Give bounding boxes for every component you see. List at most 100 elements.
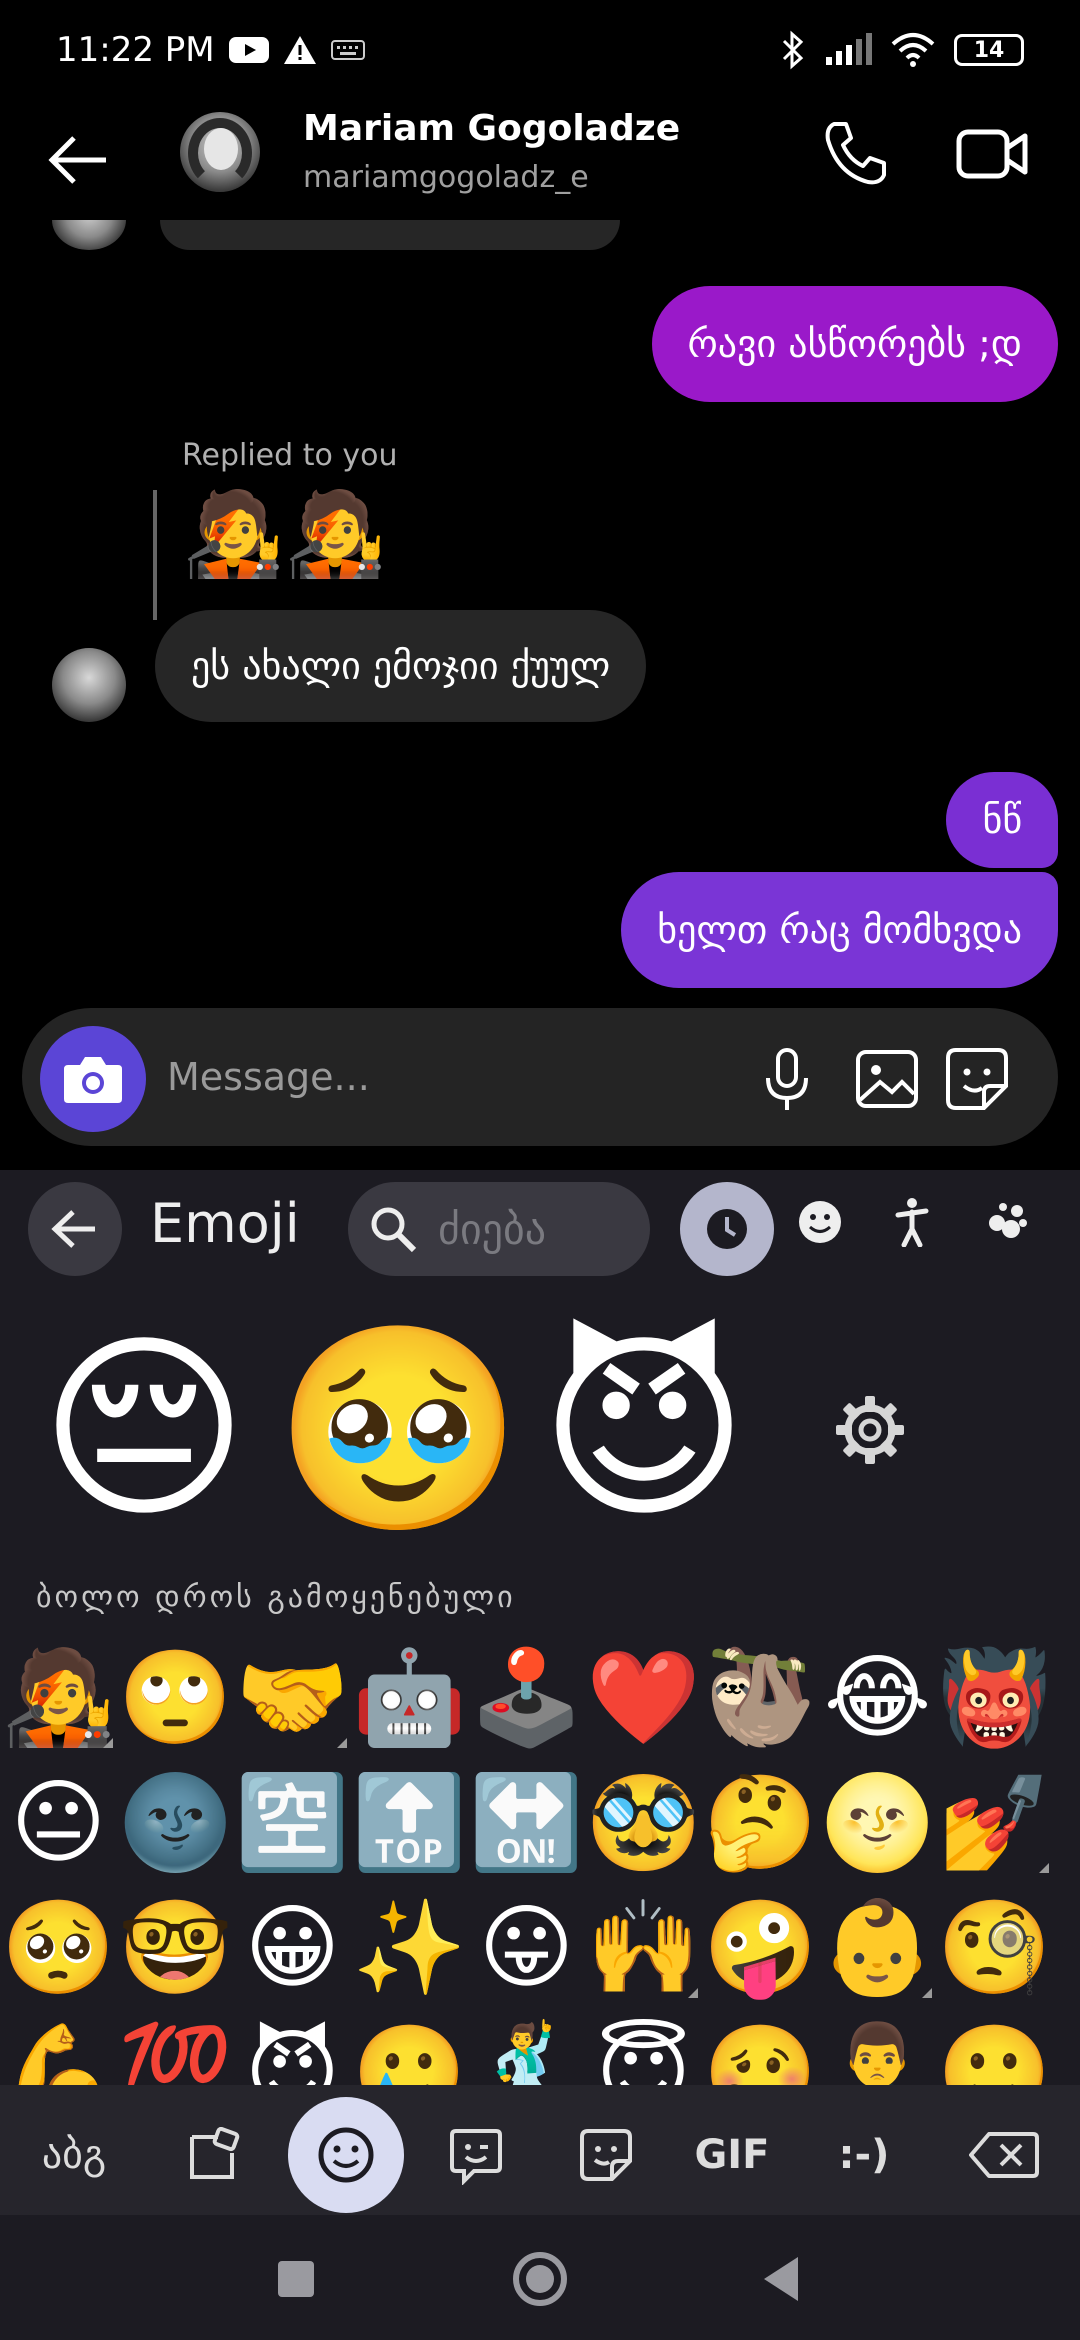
emoji-toolbar: Emoji ძიება (0, 1170, 1080, 1290)
square-icon (278, 2261, 314, 2297)
video-camera-icon (956, 129, 1028, 179)
emoji-key[interactable]: 😐 (0, 1760, 117, 1885)
suggested-emoji[interactable]: 😈 (524, 1320, 764, 1540)
emoji-key[interactable]: 🙂 (936, 2010, 1053, 2085)
emoji-key[interactable]: 🧐 (936, 1885, 1053, 2010)
emoji-settings-button[interactable] (830, 1390, 910, 1470)
contact-name[interactable]: Mariam Gogoladze (303, 108, 680, 149)
emoji-key[interactable]: 😀 (234, 1885, 351, 2010)
emoji-key[interactable]: 😂 (819, 1635, 936, 1760)
category-recent-tab[interactable] (680, 1182, 774, 1276)
microphone-icon (766, 1048, 808, 1110)
emoji-key[interactable]: 🔛 (468, 1760, 585, 1885)
sticker-icon (946, 1048, 1008, 1110)
chat-header: Mariam Gogoladze mariamgogoladz_e (0, 100, 1080, 220)
emoji-row: 🧑‍🎤 🙄 🤝 🤖 🕹️ ❤️ 🦥 😂 👹 (0, 1635, 1080, 1760)
message-bubble-outgoing[interactable]: ხელთ რაც მომხვდა (621, 872, 1058, 988)
home-button[interactable] (508, 2247, 572, 2311)
emoji-key[interactable]: 🥲 (351, 2010, 468, 2085)
emoji-search-field[interactable]: ძიება (348, 1182, 650, 1276)
emoji-tab-button[interactable] (288, 2097, 404, 2213)
emoji-row: 😐 🌚 🈳 🔝 🔛 🥸 🤔 🌝 💅 (0, 1760, 1080, 1885)
smiley-icon (799, 1201, 841, 1243)
avatar (52, 220, 126, 250)
emoji-key[interactable]: 👶 (819, 1885, 936, 2010)
audio-call-button[interactable] (820, 118, 890, 188)
message-bubble-outgoing[interactable]: ნწ (946, 772, 1058, 868)
category-smileys-tab[interactable] (790, 1192, 850, 1252)
message-bubble-incoming[interactable]: ეს ახალი ემოჯიი ქუულ (155, 610, 647, 722)
emoticon-button[interactable]: :-) (806, 2097, 922, 2213)
keyboard-status-icon (330, 40, 365, 60)
emoji-key[interactable]: 🔝 (351, 1760, 468, 1885)
emoji-key[interactable]: 🙎‍♂️ (819, 2010, 936, 2085)
wifi-icon (891, 33, 935, 67)
emoji-key[interactable]: 💅 (936, 1760, 1053, 1885)
emoji-key[interactable]: 🕺 (468, 2010, 585, 2085)
microphone-button[interactable] (752, 1044, 822, 1114)
emoji-key[interactable]: 💪 (0, 2010, 117, 2085)
bluetooth-icon (782, 30, 804, 70)
message-bubble-outgoing[interactable]: რავი ასწორებს ;დ (651, 286, 1058, 402)
emoji-key[interactable]: ✨ (351, 1885, 468, 2010)
clock-icon (707, 1209, 747, 1249)
emoji-key[interactable]: 🙌 (585, 1885, 702, 2010)
gallery-button[interactable] (852, 1044, 922, 1114)
emoji-key[interactable]: 🌚 (117, 1760, 234, 1885)
message-input[interactable] (167, 1042, 707, 1112)
back-button[interactable] (40, 122, 116, 198)
emoji-key[interactable]: 🕹️ (468, 1635, 585, 1760)
emoji-key[interactable]: 👹 (936, 1635, 1053, 1760)
recent-section-title: ბოლო დროს გამოყენებული (36, 1580, 516, 1615)
backspace-button[interactable] (946, 2097, 1062, 2213)
emoji-key[interactable]: 🦥 (702, 1635, 819, 1760)
emoji-key[interactable]: 🤪 (702, 1885, 819, 2010)
emoji-key[interactable]: 🙄 (117, 1635, 234, 1760)
gif-label: GIF (694, 2132, 770, 2178)
replied-message[interactable]: 🧑‍🎤🧑‍🎤 (182, 494, 386, 576)
emoji-key[interactable]: 🤓 (117, 1885, 234, 2010)
system-navigation-bar (0, 2215, 1080, 2340)
avatar[interactable] (52, 648, 126, 722)
warning-icon (283, 36, 316, 64)
clipboard-icon (190, 2127, 240, 2179)
bitmoji-button[interactable] (418, 2097, 534, 2213)
video-call-button[interactable] (955, 118, 1031, 188)
sticker-button[interactable] (942, 1044, 1012, 1114)
clipboard-button[interactable] (156, 2097, 272, 2213)
suggested-emoji[interactable]: 🥹 (274, 1320, 523, 1540)
suggested-emoji[interactable]: 😔 (24, 1320, 264, 1540)
camera-button[interactable] (40, 1026, 146, 1132)
emoji-key[interactable]: 🥸 (585, 1760, 702, 1885)
sticker-tab-button[interactable] (548, 2097, 664, 2213)
phone-icon (825, 122, 886, 185)
message-list[interactable]: რავი ასწორებს ;დ Replied to you 🧑‍🎤🧑‍🎤 ე… (0, 220, 1080, 1000)
emoji-key[interactable]: 💯 (117, 2010, 234, 2085)
contact-username: mariamgogoladz_e (303, 160, 589, 195)
system-back-button[interactable] (752, 2247, 816, 2311)
emoji-key[interactable]: ❤️ (585, 1635, 702, 1760)
emoji-key[interactable]: 🥺 (0, 1885, 117, 2010)
sticker-icon (580, 2129, 632, 2181)
category-people-tab[interactable] (883, 1192, 943, 1252)
keyboard-title: Emoji (150, 1192, 300, 1255)
message-bubble-incoming[interactable] (160, 220, 620, 250)
abc-keyboard-button[interactable]: აბგ (16, 2097, 132, 2213)
emoji-key[interactable]: 🈳 (234, 1760, 351, 1885)
emoji-key[interactable]: 🤝 (234, 1635, 351, 1760)
gif-button[interactable]: GIF (674, 2097, 790, 2213)
back-arrow-icon (51, 1210, 95, 1248)
emoji-key[interactable]: 🤔 (702, 1760, 819, 1885)
emoji-key[interactable]: 😛 (468, 1885, 585, 2010)
avatar[interactable] (180, 112, 260, 192)
emoji-key[interactable]: 🌝 (819, 1760, 936, 1885)
recents-button[interactable] (264, 2247, 328, 2311)
keyboard-back-button[interactable] (28, 1182, 122, 1276)
emoji-key[interactable]: 😈 (234, 2010, 351, 2085)
emoji-key[interactable]: 🤖 (351, 1635, 468, 1760)
category-animals-tab[interactable] (976, 1192, 1036, 1252)
emoji-key[interactable]: 🥴 (702, 2010, 819, 2085)
keyboard-bottom-bar: აბგ GIF :-) (0, 2085, 1080, 2215)
emoji-key[interactable]: 😇 (585, 2010, 702, 2085)
emoji-key[interactable]: 🧑‍🎤 (0, 1635, 117, 1760)
